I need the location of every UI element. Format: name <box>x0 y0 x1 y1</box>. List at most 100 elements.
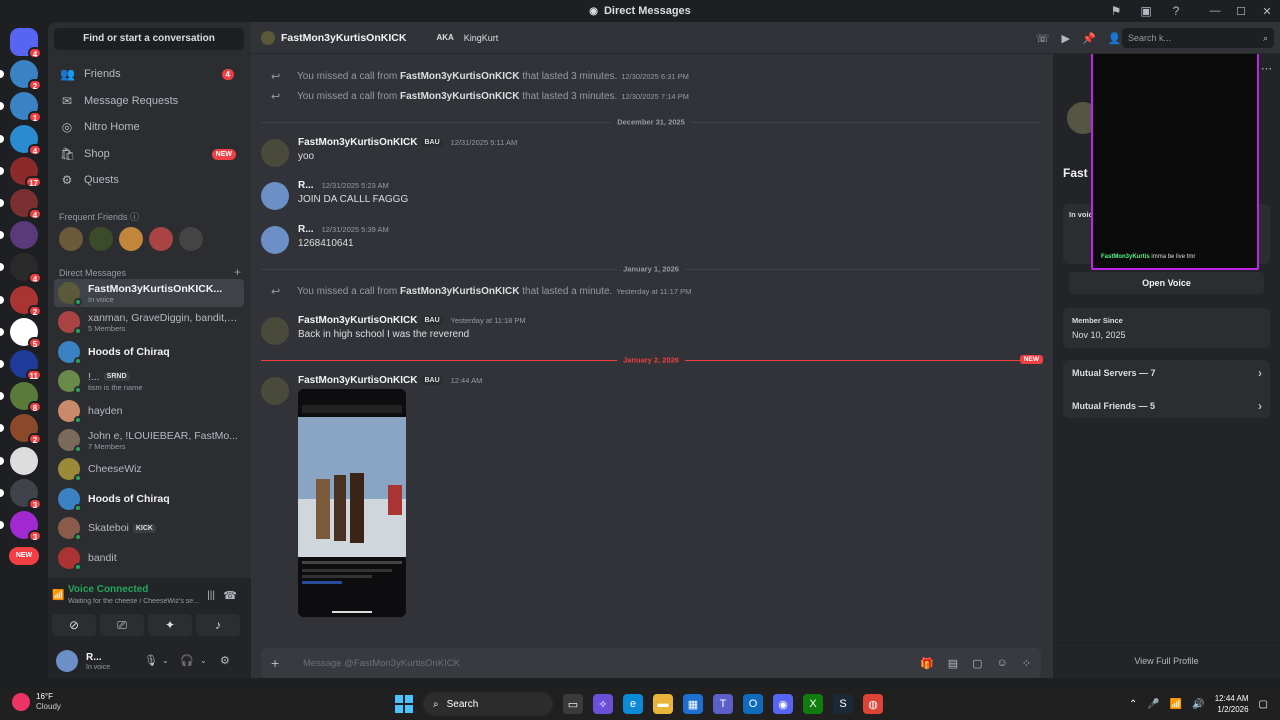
video-call-icon[interactable]: ▶ <box>1061 32 1069 45</box>
chat-search-input[interactable]: Search k... ⌕ <box>1122 28 1274 48</box>
teams-icon[interactable]: T <box>713 694 733 714</box>
add-dm-icon[interactable]: + <box>234 265 241 279</box>
gif-icon[interactable]: ▤ <box>948 657 958 670</box>
dm-item[interactable]: xanman, GraveDiggin, bandit, ... 5 Member… <box>54 308 244 336</box>
xbox-icon[interactable]: X <box>803 694 823 714</box>
message-avatar[interactable] <box>261 182 289 210</box>
mic-options-icon[interactable]: ⌄ <box>162 656 169 665</box>
user-avatar[interactable] <box>56 650 78 672</box>
image-attachment[interactable] <box>298 389 406 617</box>
dm-item[interactable]: !... SRND tism is the name <box>54 367 244 395</box>
noise-suppression-icon[interactable]: ||| <box>207 590 215 601</box>
minimize-button[interactable]: — <box>1202 5 1228 17</box>
maximize-button[interactable]: ☐ <box>1228 5 1254 18</box>
activities-button[interactable]: ✦ <box>148 614 192 636</box>
dm-item[interactable]: hayden <box>54 397 244 425</box>
message-avatar[interactable] <box>261 377 289 405</box>
nav-shop[interactable]: 🛍 Shop NEW <box>54 142 244 166</box>
voice-status[interactable]: Voice Connected <box>68 584 148 595</box>
microphone-icon[interactable]: 🎤 <box>1147 699 1159 710</box>
new-server-badge[interactable]: NEW <box>9 547 39 566</box>
copilot-icon[interactable]: ✧ <box>593 694 613 714</box>
headphone-options-icon[interactable]: ⌄ <box>200 656 207 665</box>
server-icon[interactable]: 11 <box>0 350 42 381</box>
server-icon[interactable]: 8 <box>0 382 42 414</box>
view-full-profile-button[interactable]: View Full Profile <box>1053 642 1280 678</box>
server-icon[interactable]: 1 <box>0 92 42 124</box>
message-author[interactable]: FastMon3yKurtisOnKICK <box>298 137 417 148</box>
disconnect-icon[interactable]: ☎ <box>223 589 237 602</box>
discord-taskbar-icon[interactable]: ◉ <box>773 694 793 714</box>
task-view-icon[interactable]: ▭ <box>563 694 583 714</box>
server-icon[interactable]: 2 <box>0 285 42 317</box>
weather-widget[interactable]: 16°F Cloudy <box>12 692 61 712</box>
frequent-friend-avatar[interactable] <box>89 227 113 251</box>
store-icon[interactable]: ▦ <box>683 694 703 714</box>
nav-message-requests[interactable]: ✉ Message Requests <box>54 89 244 113</box>
nav-nitro-home[interactable]: ◎ Nitro Home <box>54 115 244 139</box>
add-friends-icon[interactable]: 👤 <box>1108 32 1122 45</box>
message-author[interactable]: R... <box>298 180 314 191</box>
flag-icon[interactable]: ⚑ <box>1108 4 1124 18</box>
frequent-friend-avatar[interactable] <box>59 227 83 251</box>
message-composer[interactable]: + Message @FastMon3yKurtisOnKICK 🎁 ▤ ▢ ☺… <box>261 648 1041 678</box>
message-author[interactable]: FastMon3yKurtisOnKICK <box>298 375 417 386</box>
close-button[interactable]: ✕ <box>1254 5 1280 18</box>
settings-gear-icon[interactable]: ⚙ <box>220 654 230 667</box>
server-icon[interactable]: 4 <box>0 253 42 285</box>
apps-icon[interactable]: ⁘ <box>1022 657 1031 670</box>
server-icon[interactable]: 2 <box>0 60 42 92</box>
guild-tag[interactable]: BAU <box>421 316 443 325</box>
info-icon[interactable]: ⓘ <box>130 212 139 222</box>
clock[interactable]: 12:44 AM 1/2/2026 <box>1215 693 1249 715</box>
voice-call-icon[interactable]: ☏ <box>1036 32 1050 45</box>
frequent-friend-avatar[interactable] <box>179 227 203 251</box>
emoji-icon[interactable]: ☺ <box>997 657 1008 669</box>
microphone-icon[interactable]: 🎙 <box>144 654 158 667</box>
dm-item[interactable]: CheeseWiz <box>54 455 244 483</box>
chrome-icon[interactable]: ◍ <box>863 694 883 714</box>
message-author[interactable]: R... <box>298 224 314 235</box>
message-avatar[interactable] <box>261 226 289 254</box>
find-conversation-button[interactable]: Find or start a conversation <box>54 28 244 50</box>
gift-icon[interactable]: 🎁 <box>920 657 934 670</box>
dm-item[interactable]: Skateboi KICK <box>54 514 244 542</box>
server-icon[interactable]: 17 <box>0 156 42 188</box>
message-author[interactable]: FastMon3yKurtisOnKICK <box>298 315 417 326</box>
camera-off-button[interactable]: ⊘ <box>52 614 96 636</box>
soundboard-button[interactable]: ♪ <box>196 614 240 636</box>
frequent-friend-avatar[interactable] <box>149 227 173 251</box>
server-icon[interactable]: 4 <box>0 124 42 156</box>
mutual-friends-row[interactable]: Mutual Friends — 5 › <box>1063 393 1270 419</box>
add-attachment-icon[interactable]: + <box>271 655 291 671</box>
dm-item[interactable]: Hoods of Chiraq <box>54 338 244 366</box>
message-input[interactable]: Message @FastMon3yKurtisOnKICK <box>303 658 460 669</box>
outlook-icon[interactable]: O <box>743 694 763 714</box>
headphones-icon[interactable]: 🎧 <box>180 654 194 667</box>
nav-friends[interactable]: 👥 Friends 4 <box>54 62 244 86</box>
inbox-icon[interactable]: ▣ <box>1138 4 1154 18</box>
taskbar-search[interactable]: ⌕ Search <box>423 692 553 716</box>
guild-tag[interactable]: BAU <box>421 138 443 147</box>
chevron-up-icon[interactable]: ⌃ <box>1129 699 1137 710</box>
video-popout[interactable]: FastMon3yKurtis imma be live tmr <box>1091 46 1259 270</box>
more-options-icon[interactable]: ⋯ <box>1261 62 1272 75</box>
message-avatar[interactable] <box>261 139 289 167</box>
message-avatar[interactable] <box>261 317 289 345</box>
server-icon[interactable]: 3 <box>0 511 42 542</box>
server-icon[interactable]: 4 <box>0 189 42 220</box>
server-icon[interactable] <box>0 221 38 250</box>
server-icon[interactable]: 2 <box>0 414 42 446</box>
server-icon[interactable]: 5 <box>0 317 42 349</box>
edge-icon[interactable]: e <box>623 694 643 714</box>
help-icon[interactable]: ? <box>1168 4 1184 18</box>
dm-item[interactable]: bandit <box>54 544 244 572</box>
notifications-icon[interactable]: ▢ <box>1259 699 1268 710</box>
user-name[interactable]: R... <box>86 652 102 663</box>
mutual-servers-row[interactable]: Mutual Servers — 7 › <box>1063 360 1270 386</box>
open-voice-button[interactable]: Open Voice <box>1069 272 1264 294</box>
pin-icon[interactable]: 📌 <box>1082 32 1096 45</box>
wifi-icon[interactable]: 📶 <box>1170 699 1182 710</box>
file-explorer-icon[interactable]: ▬ <box>653 694 673 714</box>
dm-item[interactable]: John e, !LOUIEBEAR, FastMo... 7 Members <box>54 426 244 454</box>
